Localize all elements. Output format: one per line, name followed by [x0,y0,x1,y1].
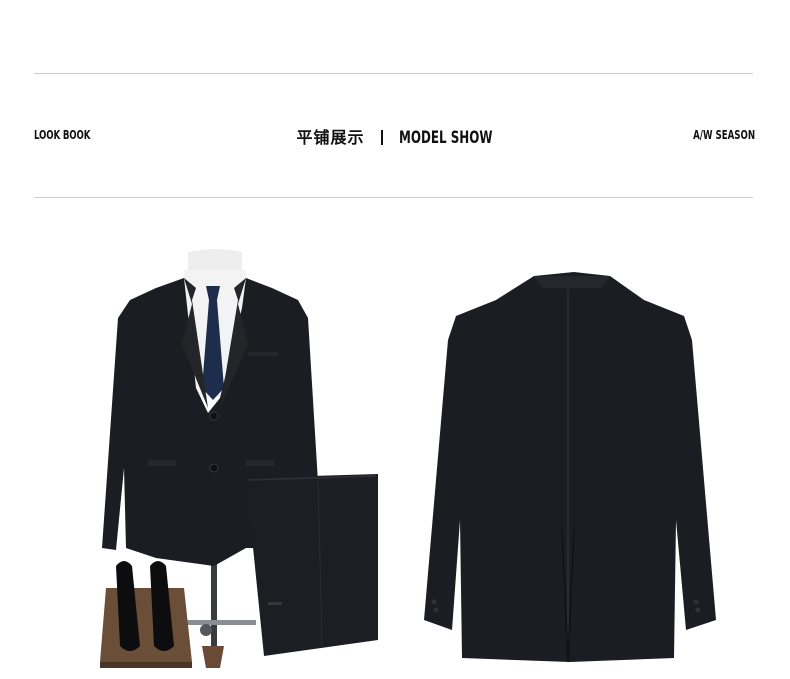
bottom-divider [34,197,753,198]
suit-front-image [100,249,378,668]
sleeve-button-right-1 [693,599,699,605]
left-pocket-flap [148,460,176,466]
breast-pocket [248,352,278,356]
suit-back-image [424,272,716,662]
top-divider [34,73,753,74]
jacket-button-top [209,411,219,421]
mannequin-joint [200,624,212,636]
title-english: MODEL SHOW [398,128,492,148]
trouser-pocket [268,602,282,605]
title-separator [380,130,383,145]
collar [534,276,610,288]
sleeve-button-left-2 [433,607,439,613]
folded-trousers [246,474,378,656]
right-pocket-flap [246,460,274,466]
title-chinese: 平铺展示 [296,128,365,147]
wood-box-base [100,662,192,668]
sleeve-button-right-2 [695,607,701,613]
season-label: A/W SEASON [693,128,755,142]
lookbook-header: LOOK BOOK 平铺展示 MODEL SHOW A/W SEASON [0,0,790,200]
mannequin-base [202,646,224,668]
wood-box [100,588,192,662]
sleeve-button-left-1 [431,599,437,605]
jacket-button-bottom [209,463,219,473]
mannequin-bar [176,620,256,625]
section-title: 平铺展示 MODEL SHOW [0,124,790,148]
